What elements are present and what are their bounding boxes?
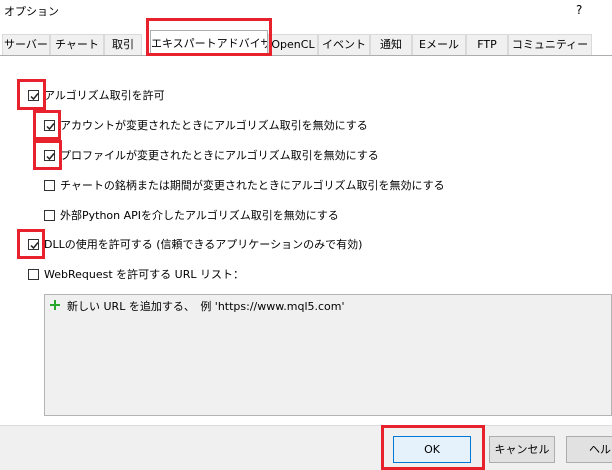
plus-icon[interactable] <box>50 300 60 310</box>
tab-notifications[interactable]: 通知 <box>370 34 412 55</box>
allow-dll-label: DLLの使用を許可する (信頼できるアプリケーションのみで有効) <box>44 238 363 251</box>
window-title: オプション <box>4 5 59 18</box>
webrequest-checkbox[interactable] <box>28 269 39 280</box>
symbol-change-checkbox[interactable] <box>44 180 55 191</box>
allow-dll-checkbox[interactable] <box>28 239 39 250</box>
tab-opencl[interactable]: OpenCL <box>268 34 318 55</box>
title-bar: オプション ? <box>0 0 612 24</box>
url-list[interactable]: 新しい URL を追加する、 例 'https://www.mql5.com' <box>44 294 612 416</box>
profile-change-checkbox[interactable] <box>44 150 55 161</box>
tab-strip: サーバー チャート 取引 エキスパートアドバイザ OpenCL イベント 通知 … <box>0 30 612 56</box>
add-url-text[interactable]: 新しい URL を追加する、 例 'https://www.mql5.com' <box>67 298 345 314</box>
algo-trading-label: アルゴリズム取引を許可 <box>44 89 165 102</box>
python-api-label: 外部Python APIを介したアルゴリズム取引を無効にする <box>60 209 339 222</box>
tab-community[interactable]: コミュニティー <box>508 34 592 55</box>
cancel-button[interactable]: キャンセル <box>489 436 555 463</box>
checkmark-icon <box>30 93 39 101</box>
algo-trading-checkbox[interactable] <box>28 90 39 101</box>
tab-divider <box>0 55 612 56</box>
tab-trade[interactable]: 取引 <box>104 34 142 55</box>
tab-expert-advisors[interactable]: エキスパートアドバイザ <box>150 30 268 56</box>
profile-change-label: プロファイルが変更されたときにアルゴリズム取引を無効にする <box>60 149 379 162</box>
checkmark-icon <box>46 123 55 131</box>
symbol-change-label: チャートの銘柄または期間が変更されたときにアルゴリズム取引を無効にする <box>60 179 445 192</box>
account-change-label: アカウントが変更されたときにアルゴリズム取引を無効にする <box>60 119 368 132</box>
dialog-footer: OK キャンセル ヘルプ <box>0 425 612 470</box>
tab-ftp[interactable]: FTP <box>466 34 508 55</box>
checkmark-icon <box>46 153 55 161</box>
ok-button[interactable]: OK <box>393 436 471 463</box>
tab-events[interactable]: イベント <box>318 34 370 55</box>
tab-chart[interactable]: チャート <box>50 34 104 55</box>
python-api-checkbox[interactable] <box>44 210 55 221</box>
help-question-icon[interactable]: ? <box>576 3 582 17</box>
tab-server[interactable]: サーバー <box>2 34 50 55</box>
account-change-checkbox[interactable] <box>44 120 55 131</box>
webrequest-label: WebRequest を許可する URL リスト： <box>44 268 244 281</box>
checkmark-icon <box>30 242 39 250</box>
tab-email[interactable]: Eメール <box>412 34 466 55</box>
help-button[interactable]: ヘルプ <box>566 436 612 463</box>
